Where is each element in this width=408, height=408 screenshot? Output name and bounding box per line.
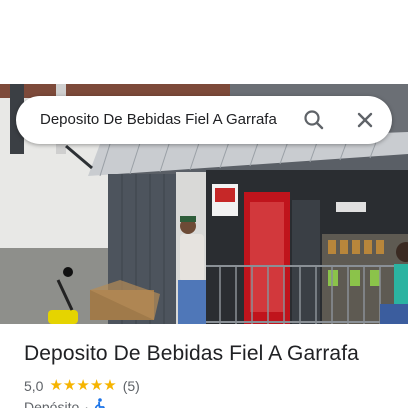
separator-dot: · — [84, 399, 89, 408]
rating-value: 5,0 — [24, 378, 44, 394]
star-icon: ★ — [76, 377, 90, 394]
wheelchair-icon — [94, 397, 108, 408]
close-icon[interactable] — [349, 104, 381, 136]
star-icon: ★ — [49, 377, 63, 394]
rating-row[interactable]: 5,0 ★ ★ ★ ★ ★ (5) — [24, 377, 140, 395]
search-icon[interactable] — [298, 104, 330, 136]
star-rating: ★ ★ ★ ★ ★ — [49, 377, 116, 395]
search-bar[interactable]: Deposito De Bebidas Fiel A Garrafa — [16, 96, 392, 144]
place-details-panel: Deposito De Bebidas Fiel A Garrafa 5,0 ★… — [0, 324, 408, 408]
place-category: Depósito — [24, 399, 80, 408]
review-count[interactable]: (5) — [123, 378, 140, 394]
star-icon: ★ — [103, 377, 117, 394]
place-title: Deposito De Bebidas Fiel A Garrafa — [24, 342, 359, 365]
star-icon: ★ — [89, 377, 104, 394]
star-icon: ★ — [62, 377, 77, 394]
top-blank-area — [0, 0, 408, 84]
category-row: Depósito · — [24, 397, 108, 408]
search-query-text[interactable]: Deposito De Bebidas Fiel A Garrafa — [40, 96, 288, 144]
